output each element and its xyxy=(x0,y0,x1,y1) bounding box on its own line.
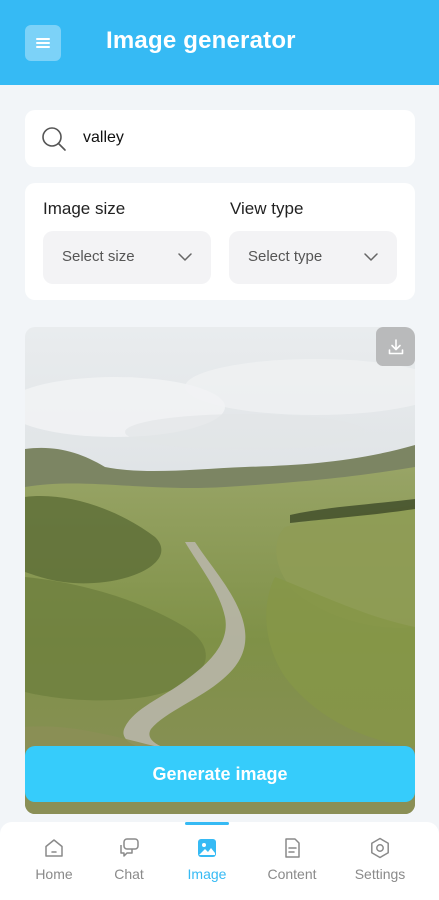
menu-button[interactable] xyxy=(25,25,61,61)
nav-item-settings[interactable]: Settings xyxy=(336,822,424,900)
chat-icon xyxy=(120,838,139,857)
view-type-select[interactable]: Select type xyxy=(229,231,397,284)
view-type-value: Select type xyxy=(248,248,323,265)
chevron-down-icon xyxy=(364,253,378,261)
image-size-label: Image size xyxy=(43,199,126,218)
nav-label-home: Home xyxy=(35,866,73,882)
image-size-value: Select size xyxy=(62,248,135,265)
valley-landscape-image xyxy=(25,327,415,814)
options-panel: Image size View type Select size Select … xyxy=(25,183,415,300)
generated-image xyxy=(25,327,415,814)
view-type-label: View type xyxy=(230,199,304,218)
search-icon xyxy=(42,127,66,151)
search-bar xyxy=(25,110,415,167)
app-header: Image generator xyxy=(0,0,439,85)
download-icon xyxy=(388,338,403,354)
image-size-select[interactable]: Select size xyxy=(43,231,211,284)
chevron-down-icon xyxy=(178,253,192,261)
home-icon xyxy=(45,839,63,857)
document-icon xyxy=(285,838,300,858)
search-input[interactable] xyxy=(83,124,393,152)
nav-item-content[interactable]: Content xyxy=(248,822,336,900)
bottom-navigation: Home Chat Image Content Settings xyxy=(0,822,439,900)
hamburger-menu-icon xyxy=(36,38,50,48)
image-icon xyxy=(198,839,216,857)
generate-image-button[interactable]: Generate image xyxy=(25,746,415,802)
nav-item-image[interactable]: Image xyxy=(163,822,251,900)
nav-label-settings: Settings xyxy=(354,866,406,882)
nav-item-chat[interactable]: Chat xyxy=(85,822,173,900)
page-title: Image generator xyxy=(106,27,296,54)
active-tab-indicator xyxy=(185,822,229,825)
settings-icon xyxy=(371,837,389,859)
nav-label-content: Content xyxy=(267,866,317,882)
download-button[interactable] xyxy=(376,327,415,366)
nav-label-chat: Chat xyxy=(114,866,144,882)
nav-label-image: Image xyxy=(187,866,227,882)
